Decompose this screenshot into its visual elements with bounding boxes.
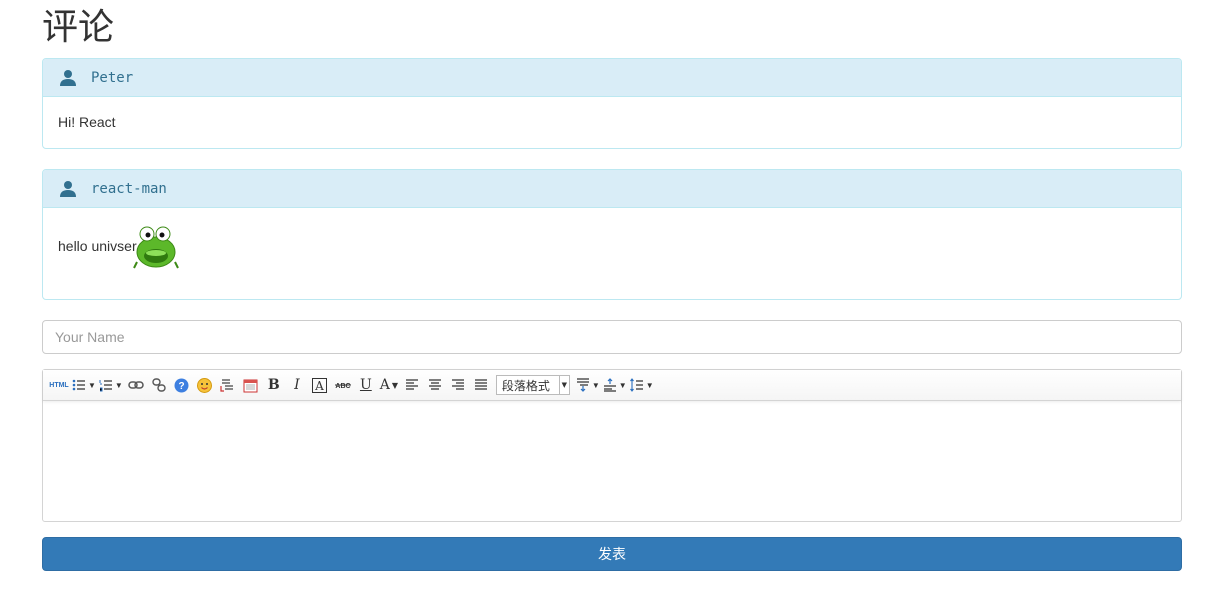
editor-content-area[interactable] — [43, 401, 1181, 521]
help-icon[interactable]: ? — [172, 375, 192, 395]
page-title: 评论 — [42, 7, 115, 48]
align-justify-icon[interactable] — [471, 375, 491, 395]
align-center-icon[interactable] — [425, 375, 445, 395]
bold-icon[interactable]: B — [264, 375, 284, 395]
editor-toolbar: HTML ▼ ▼ ? B I A ABC U A ▼ 段落格式 ▼ ▼ ▼ ▼ — [43, 370, 1181, 401]
strikethrough-icon[interactable]: ABC — [333, 375, 353, 395]
svg-text:?: ? — [179, 381, 185, 392]
paragraph-format-label: 段落格式 — [501, 378, 550, 393]
emoticon-icon[interactable] — [195, 375, 215, 395]
user-icon — [59, 69, 77, 87]
align-right-icon[interactable] — [448, 375, 468, 395]
paragraph-spacing-icon[interactable]: ▼ — [576, 375, 600, 395]
submit-button[interactable]: 发表 — [42, 537, 1182, 571]
svg-text:A: A — [315, 379, 325, 393]
svg-text:ABC: ABC — [335, 383, 350, 390]
html-icon[interactable]: HTML — [49, 375, 69, 395]
comment-header: Peter — [43, 59, 1181, 97]
comment-text: Hi! React — [58, 114, 116, 130]
comment-panel: react-man hello univser — [42, 169, 1182, 300]
paragraph-format-select[interactable]: 段落格式 ▼ — [495, 375, 570, 395]
rich-text-editor: HTML ▼ ▼ ? B I A ABC U A ▼ 段落格式 ▼ ▼ ▼ ▼ — [42, 369, 1182, 522]
calendar-icon[interactable] — [241, 375, 261, 395]
comment-panel: Peter Hi! React — [42, 58, 1182, 149]
underline-icon[interactable]: U — [356, 375, 376, 395]
italic-icon[interactable]: I — [287, 375, 307, 395]
line-height-icon[interactable]: ▼ — [629, 375, 654, 395]
align-left-icon[interactable] — [402, 375, 422, 395]
user-icon — [59, 180, 77, 198]
name-input[interactable] — [42, 320, 1182, 354]
unordered-list-icon[interactable]: ▼ — [72, 375, 96, 395]
font-icon[interactable]: A — [310, 375, 330, 395]
comment-body: Hi! React — [43, 97, 1181, 147]
image-icon[interactable] — [218, 375, 238, 395]
comment-body: hello univser — [43, 208, 1181, 270]
link-icon[interactable] — [126, 375, 146, 395]
row-spacing-icon[interactable]: ▼ — [603, 375, 627, 395]
font-color-icon[interactable]: A ▼ — [379, 375, 399, 395]
ordered-list-icon[interactable]: ▼ — [99, 375, 123, 395]
comment-author: react-man — [91, 180, 167, 197]
frog-emoticon-icon — [131, 222, 181, 270]
comment-header: react-man — [43, 170, 1181, 208]
chevron-down-icon: ▼ — [558, 376, 569, 394]
comment-text: hello univser — [58, 238, 137, 254]
unlink-icon[interactable] — [149, 375, 169, 395]
comment-author: Peter — [91, 69, 134, 86]
